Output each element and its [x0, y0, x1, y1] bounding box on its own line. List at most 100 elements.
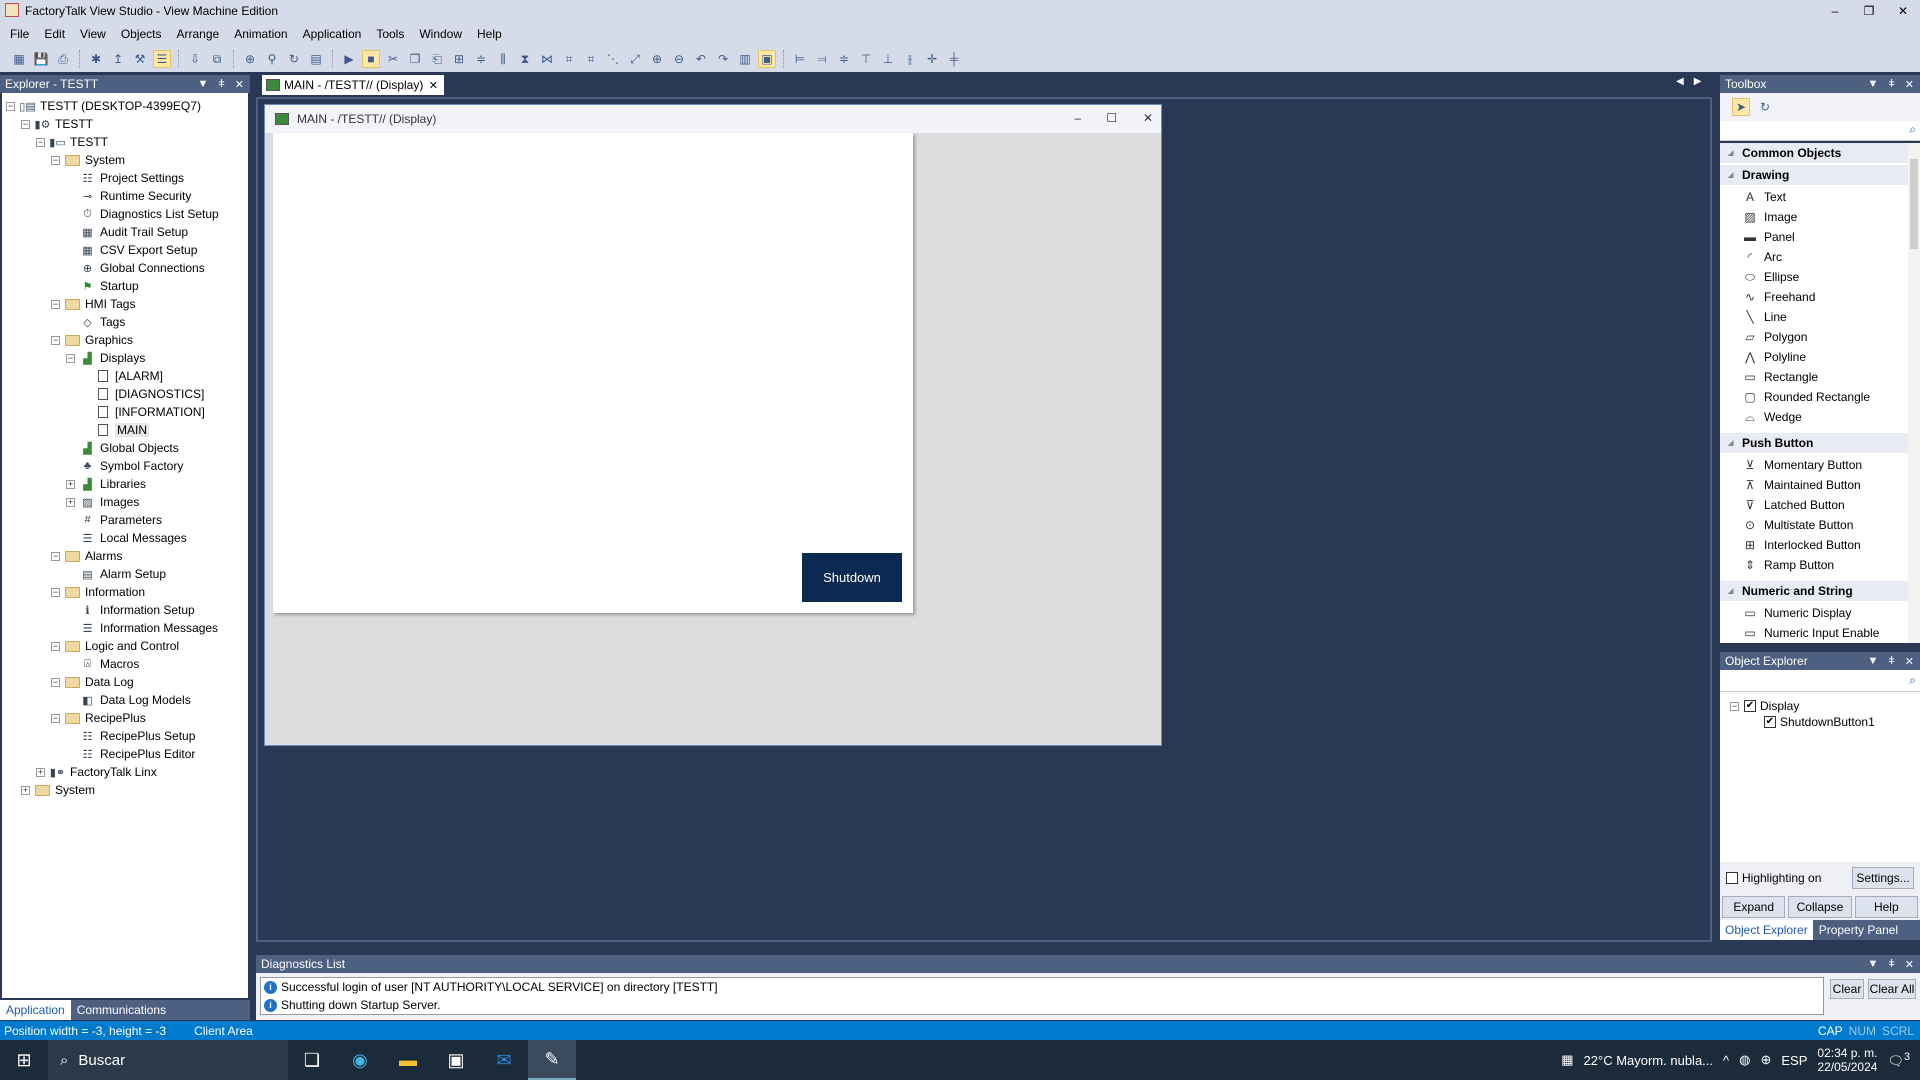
dropdown-icon[interactable]: ▼	[1867, 655, 1878, 668]
tree-item[interactable]: [INFORMATION]	[95, 403, 205, 421]
expand-button[interactable]: Expand	[1722, 896, 1786, 918]
mirror-icon[interactable]: ⋈	[538, 50, 556, 68]
object-search[interactable]: ⌕	[1720, 670, 1920, 692]
toolbox-item-arc[interactable]: ◜ Arc	[1720, 247, 1908, 267]
align-left-icon[interactable]: ⊨	[791, 50, 809, 68]
store-icon[interactable]: ▣	[432, 1040, 480, 1080]
tree-item[interactable]: ▨ Images	[80, 493, 139, 511]
collapse-icon[interactable]: −	[51, 336, 60, 345]
align-bottom-icon[interactable]: ⊥	[879, 50, 897, 68]
shutdown-checkbox[interactable]: ✔	[1764, 716, 1776, 728]
collapse-icon[interactable]: −	[51, 552, 60, 561]
tree-item[interactable]: Graphics	[65, 331, 133, 349]
new-icon[interactable]: ✱	[87, 50, 105, 68]
minimize-button[interactable]: –	[1818, 0, 1852, 22]
dropdown-icon[interactable]: ▼	[1867, 78, 1878, 91]
collapse-icon[interactable]: −	[51, 156, 60, 165]
cut-icon[interactable]: ✂	[384, 50, 402, 68]
find-icon[interactable]: ⚲	[263, 50, 281, 68]
tree-item[interactable]: ⏱ Diagnostics List Setup	[80, 205, 219, 223]
menu-help[interactable]: Help	[477, 27, 502, 41]
toolbox-item-maintained-button[interactable]: ⊼ Maintained Button	[1720, 475, 1908, 495]
ungroup-icon[interactable]: ⌗	[582, 50, 600, 68]
expand-icon[interactable]: +	[21, 786, 30, 795]
pin-icon[interactable]: ǂ	[1888, 655, 1894, 668]
toolbox-item-polygon[interactable]: ▱ Polygon	[1720, 327, 1908, 347]
toolbox-item-multistate-button[interactable]: ⊙ Multistate Button	[1720, 515, 1908, 535]
collapse-icon[interactable]: −	[51, 300, 60, 309]
shutdown-button[interactable]: Shutdown	[802, 553, 902, 602]
tree-item[interactable]: ▦ CSV Export Setup	[80, 241, 197, 259]
tree-item[interactable]: HMI Tags	[65, 295, 135, 313]
pin-icon[interactable]: ǂ	[218, 78, 224, 91]
menu-animation[interactable]: Animation	[234, 27, 287, 41]
tree-item[interactable]: ▟ Global Objects	[80, 439, 178, 457]
language-globe-icon[interactable]: ⊕	[1760, 1052, 1771, 1068]
toolbox-item-latched-button[interactable]: ⊽ Latched Button	[1720, 495, 1908, 515]
close-tab-icon[interactable]: ✕	[429, 79, 438, 92]
space-h-icon[interactable]: ⫲	[901, 50, 919, 68]
tree-item[interactable]: [ALARM]	[95, 367, 163, 385]
close-button[interactable]: ✕	[1886, 0, 1920, 22]
menu-edit[interactable]: Edit	[44, 27, 65, 41]
display-checkbox[interactable]: ✔	[1744, 700, 1756, 712]
tree-item[interactable]: ▦ Audit Trail Setup	[80, 223, 188, 241]
tree-item[interactable]: ⍓ Macros	[80, 655, 139, 673]
toolbox-scrollbar[interactable]	[1908, 143, 1920, 643]
tree-item[interactable]: System	[65, 151, 125, 169]
toolbox-item-ellipse[interactable]: ⬭ Ellipse	[1720, 267, 1908, 287]
export-icon[interactable]: ⧉	[208, 50, 226, 68]
minimize-button[interactable]: –	[1074, 111, 1081, 125]
space-icon[interactable]: ⫼	[494, 50, 512, 68]
tab-main-display[interactable]: MAIN - /TESTT// (Display) ✕	[262, 75, 444, 95]
tree-toggle-icon[interactable]: ☰	[153, 50, 171, 68]
tree-item[interactable]: ☰ Information Messages	[80, 619, 219, 637]
collapse-icon[interactable]: −	[36, 138, 45, 147]
toolbox-item-numeric-display[interactable]: ▭ Numeric Display	[1720, 603, 1908, 623]
pointer-icon[interactable]: ➤	[1732, 98, 1750, 116]
globe-icon[interactable]: ⊕	[241, 50, 259, 68]
toolbox-item-momentary-button[interactable]: ⊻ Momentary Button	[1720, 455, 1908, 475]
grid-icon[interactable]: ▣	[758, 50, 776, 68]
toolbox-item-rounded-rectangle[interactable]: ▢ Rounded Rectangle	[1720, 387, 1908, 407]
flip-icon[interactable]: ⧗	[516, 50, 534, 68]
expand-icon[interactable]: +	[36, 768, 45, 777]
tree-item[interactable]: ▮⚭ FactoryTalk Linx	[50, 763, 157, 781]
expand-icon[interactable]: +	[66, 498, 75, 507]
toolbox-item-polyline[interactable]: ⋀ Polyline	[1720, 347, 1908, 367]
order-icon[interactable]: ⋱	[604, 50, 622, 68]
notifications-icon[interactable]: 🗨3	[1887, 1051, 1910, 1069]
duplicate-icon[interactable]: ⊞	[450, 50, 468, 68]
tree-item[interactable]: MAIN	[95, 421, 149, 439]
group-icon[interactable]: ⌗	[560, 50, 578, 68]
menu-objects[interactable]: Objects	[121, 27, 162, 41]
dropdown-icon[interactable]: ▼	[1867, 958, 1878, 971]
test-run-icon[interactable]: ▶	[340, 50, 358, 68]
maximize-button[interactable]: ☐	[1106, 111, 1117, 125]
wrench-icon[interactable]: ⚒	[131, 50, 149, 68]
search-icon[interactable]: ⌕	[1909, 673, 1916, 688]
tab-communications[interactable]: Communications	[71, 1000, 172, 1020]
space-v-icon[interactable]: ╪	[945, 50, 963, 68]
weather-text[interactable]: 22°C Mayorm. nubla...	[1584, 1053, 1713, 1068]
tree-item[interactable]: Alarms	[65, 547, 122, 565]
clear-button[interactable]: Clear	[1830, 979, 1864, 999]
tray-chevron-icon[interactable]: ^	[1723, 1053, 1729, 1068]
undo-icon[interactable]: ↶	[692, 50, 710, 68]
tree-item[interactable]: ◇ Tags	[80, 313, 125, 331]
search-box[interactable]: ⌕ Buscar	[48, 1040, 288, 1080]
menu-arrange[interactable]: Arrange	[177, 27, 220, 41]
network-icon[interactable]: ◍	[1739, 1052, 1750, 1068]
expand-icon[interactable]: +	[66, 480, 75, 489]
tree-item-display[interactable]: Display	[1760, 699, 1799, 713]
collapse-icon[interactable]: −	[51, 588, 60, 597]
task-view-icon[interactable]: ❏	[288, 1040, 336, 1080]
toolbox-section-header[interactable]: Drawing	[1720, 165, 1908, 185]
collapse-icon[interactable]: −	[21, 120, 30, 129]
tree-item[interactable]: ☰ Local Messages	[80, 529, 187, 547]
menu-file[interactable]: File	[10, 27, 29, 41]
tree-item[interactable]: ◧ Data Log Models	[80, 691, 190, 709]
toolbox-item-freehand[interactable]: ∿ Freehand	[1720, 287, 1908, 307]
file-explorer-icon[interactable]: ▬	[384, 1040, 432, 1080]
tree-item[interactable]: ▮⚙ TESTT	[35, 115, 93, 133]
